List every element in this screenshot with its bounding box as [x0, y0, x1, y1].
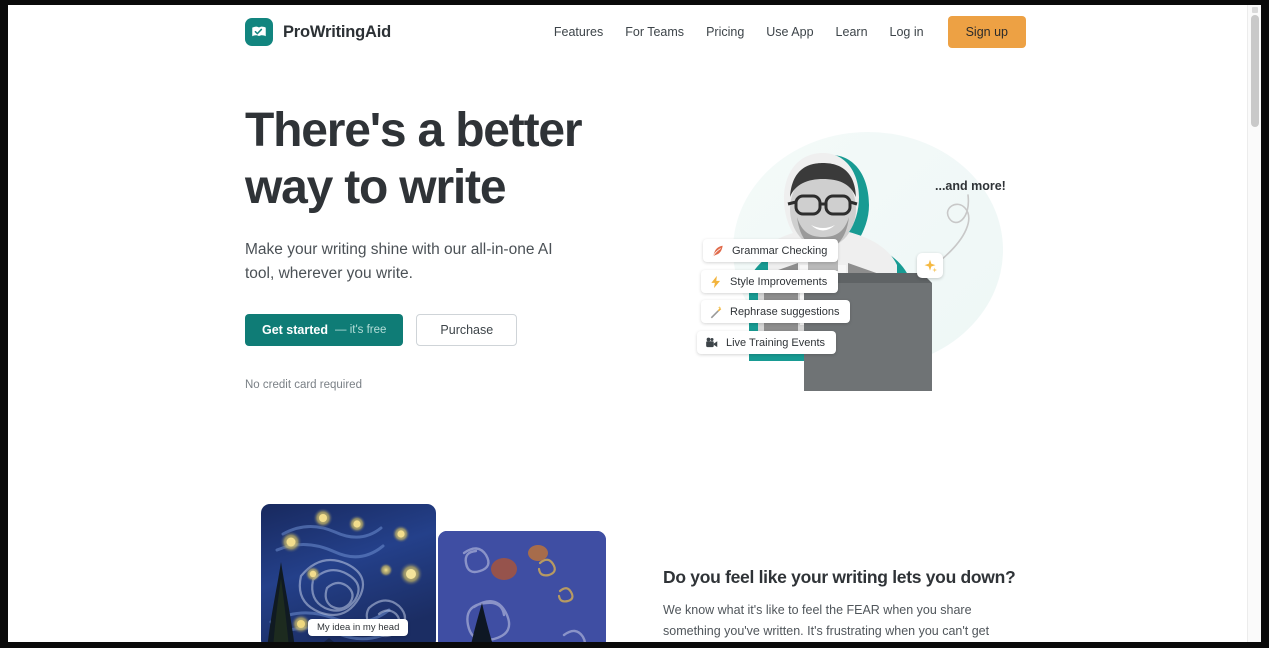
nav-link-pricing[interactable]: Pricing: [695, 18, 755, 46]
hero-cta-group: Get started — it's free Purchase: [245, 313, 665, 346]
purchase-button[interactable]: Purchase: [416, 313, 518, 346]
hero-illustration: ...and more! Grammar Checking Style Impr…: [668, 105, 1028, 395]
feature-pill-live-training-events[interactable]: Live Training Events: [697, 331, 837, 354]
vertical-scrollbar[interactable]: [1247, 5, 1261, 642]
brand-name: ProWritingAid: [283, 22, 392, 41]
hero-title-line-2: way to write: [245, 160, 507, 214]
page-content: ProWritingAid Features For Teams Pricing…: [8, 5, 1247, 642]
quill-pen-icon: [712, 245, 723, 256]
nav-link-for-teams[interactable]: For Teams: [614, 18, 695, 46]
hero-title-line-1: There's a better: [245, 104, 583, 157]
feature-pill-label: Live Training Events: [726, 336, 826, 349]
scrollbar-up-arrow-icon[interactable]: [1252, 7, 1258, 13]
nav-link-log-in[interactable]: Log in: [879, 18, 935, 46]
page-root: ProWritingAid Features For Teams Pricing…: [8, 5, 1261, 642]
section-title: Do you feel like your writing lets you d…: [663, 567, 1016, 587]
video-camera-icon: [706, 337, 718, 347]
prowritingaid-book-check-logo-icon: [245, 18, 273, 46]
browser-viewport: ProWritingAid Features For Teams Pricing…: [0, 0, 1269, 648]
get-started-label: Get started: [262, 322, 328, 337]
site-header: ProWritingAid Features For Teams Pricing…: [8, 5, 1247, 61]
writing-comparison-images: My idea in my head: [253, 504, 613, 642]
simplified-art-image: [438, 531, 606, 642]
nav-link-features[interactable]: Features: [543, 18, 614, 46]
nav-link-learn[interactable]: Learn: [825, 18, 879, 46]
starry-night-image: My idea in my head: [261, 504, 436, 642]
primary-navigation: Features For Teams Pricing Use App Learn…: [543, 16, 1026, 48]
image-caption-label: My idea in my head: [308, 619, 409, 636]
get-started-button[interactable]: Get started — it's free: [245, 313, 404, 346]
brand-logo-link[interactable]: ProWritingAid: [245, 18, 391, 46]
nav-link-use-app[interactable]: Use App: [755, 18, 824, 46]
lightning-bolt-icon: [711, 275, 721, 288]
and-more-annotation: ...and more!: [935, 179, 1006, 193]
no-credit-card-note: No credit card required: [245, 378, 362, 391]
sparkle-card: [917, 253, 943, 278]
get-started-sublabel: — it's free: [335, 323, 387, 336]
writing-question-block: Do you feel like your writing lets you d…: [663, 567, 1023, 642]
section-body: We know what it's like to feel the FEAR …: [663, 603, 990, 638]
feature-pill-label: Style Improvements: [730, 275, 828, 288]
simplified-painting: [438, 531, 606, 642]
feature-pill-grammar-checking[interactable]: Grammar Checking: [703, 239, 839, 262]
feature-pill-style-improvements[interactable]: Style Improvements: [701, 270, 839, 293]
hero-subtitle: Make your writing shine with our all-in-…: [245, 241, 553, 282]
sparkle-icon: [924, 259, 937, 272]
feature-pill-label: Grammar Checking: [732, 244, 828, 257]
feature-pill-label: Rephrase suggestions: [730, 305, 840, 318]
feature-pill-rephrase-suggestions[interactable]: Rephrase suggestions: [701, 300, 851, 323]
sign-up-button[interactable]: Sign up: [947, 16, 1026, 48]
scrollbar-thumb[interactable]: [1251, 15, 1259, 127]
page-title: There's a better way to write: [245, 103, 665, 216]
hero-text-block: There's a better way to write Make your …: [245, 103, 665, 391]
magic-wand-icon: [710, 305, 722, 318]
